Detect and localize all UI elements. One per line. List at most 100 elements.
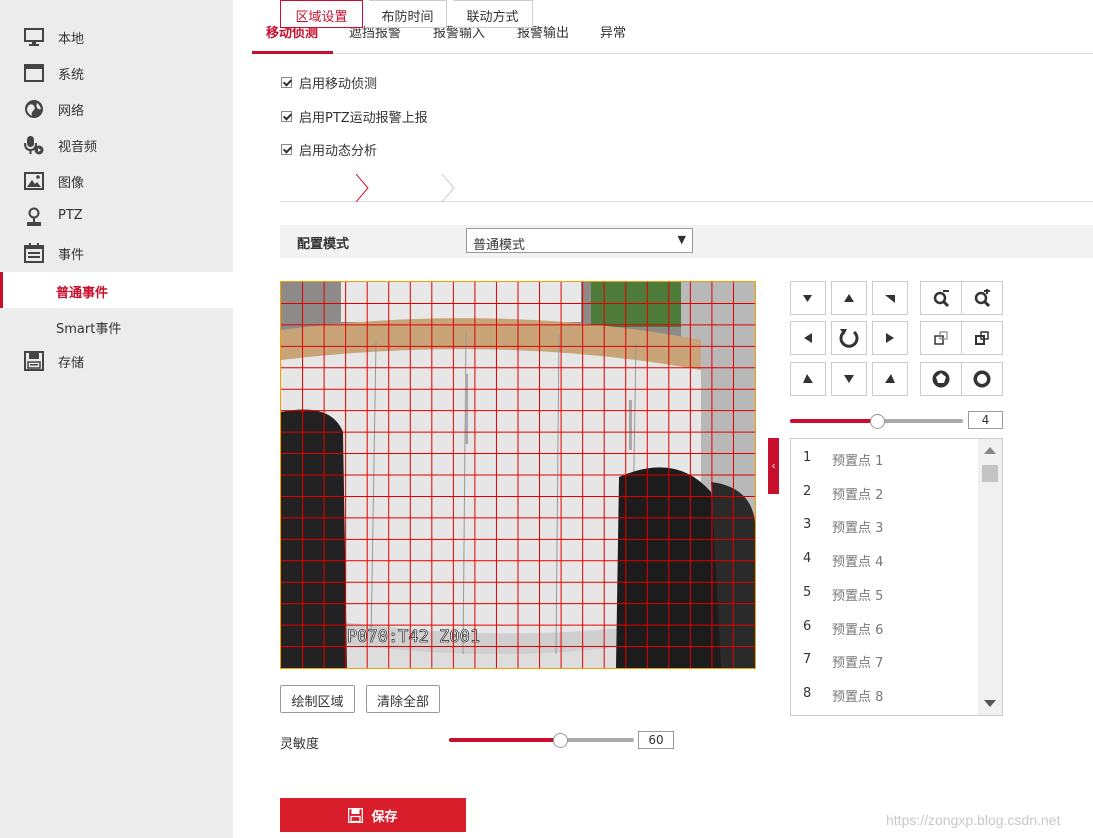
zoom-out-button[interactable] — [920, 281, 962, 315]
sidebar-item-label: 图像 — [58, 176, 85, 191]
ptz-icon — [27, 207, 41, 226]
iris-close-icon — [973, 370, 991, 388]
microphone-icon — [24, 136, 44, 155]
ptz-speed-value[interactable]: 4 — [968, 411, 1003, 429]
save-button[interactable]: 保存 — [280, 798, 466, 832]
config-mode-value: 普通模式 — [473, 238, 526, 253]
sensitivity-slider[interactable] — [449, 733, 634, 748]
subtab-arming-schedule[interactable]: 布防时间 — [369, 0, 447, 28]
sensitivity-value[interactable]: 60 — [638, 731, 674, 749]
ptz-up-left-button[interactable] — [790, 281, 826, 315]
sidebar-item-label: 网络 — [58, 104, 85, 119]
preset-number: 8 — [803, 685, 812, 701]
zoom-in-icon — [974, 289, 991, 307]
ptz-up-right-button[interactable] — [872, 281, 908, 315]
ptz-left-button[interactable] — [790, 321, 826, 355]
arrow-right-icon — [886, 333, 894, 343]
preset-item[interactable]: 1 预置点 1 — [791, 440, 977, 473]
preset-label: 预置点 6 — [832, 622, 884, 638]
sidebar-subitem-normal-event[interactable]: 普通事件 — [0, 272, 233, 308]
iris-open-button[interactable] — [920, 362, 962, 396]
ptz-up-button[interactable] — [831, 281, 867, 315]
preset-item[interactable]: 4 预置点 4 — [791, 541, 977, 574]
subtab-area-settings[interactable]: 区域设置 — [280, 0, 363, 28]
preset-number: 2 — [803, 483, 812, 499]
preset-item[interactable]: 3 预置点 3 — [791, 507, 977, 540]
checkbox-label: 启用动态分析 — [299, 143, 378, 159]
focus-far-button[interactable] — [961, 321, 1003, 355]
save-disk-icon — [348, 807, 364, 823]
preset-item[interactable]: 8 预置点 8 — [791, 676, 977, 709]
preset-item[interactable]: 5 预置点 5 — [791, 575, 977, 608]
sidebar-item-local[interactable]: 本地 — [0, 19, 233, 55]
video-preview[interactable]: P070:T42 Z001 — [280, 281, 756, 669]
checkbox-checked-icon — [281, 143, 292, 155]
config-mode-row: 配置模式 普通模式 ▼ — [280, 225, 1093, 258]
sidebar-item-image[interactable]: 图像 — [0, 163, 233, 199]
config-mode-label: 配置模式 — [297, 237, 350, 252]
rotate-icon — [839, 329, 859, 348]
preset-number: 1 — [803, 450, 812, 465]
checkbox-label: 启用PTZ运动报警上报 — [299, 110, 428, 126]
slider-thumb[interactable] — [869, 414, 885, 429]
preset-label: 预置点 1 — [832, 454, 884, 469]
preset-item[interactable]: 6 预置点 6 — [791, 609, 977, 642]
arrow-up-left-icon — [803, 295, 812, 302]
sidebar-item-network[interactable]: 网络 — [0, 91, 233, 127]
focus-far-icon — [975, 331, 989, 345]
sidebar-item-system[interactable]: 系统 — [0, 55, 233, 91]
slider-thumb[interactable] — [553, 733, 568, 748]
preset-number: 6 — [803, 618, 812, 634]
config-mode-select[interactable]: 普通模式 ▼ — [466, 228, 693, 253]
subtab-arrow-icon — [356, 174, 369, 202]
sidebar-item-label: 系统 — [58, 68, 85, 83]
subtab-arrow-icon — [442, 174, 455, 202]
preset-item[interactable]: 7 预置点 7 — [791, 642, 977, 675]
sidebar-item-storage[interactable]: 存储 — [0, 343, 233, 379]
ptz-down-right-button[interactable] — [872, 362, 908, 396]
window-icon — [24, 64, 44, 82]
zoom-in-button[interactable] — [961, 281, 1003, 315]
enable-ptz-alarm-report-checkbox[interactable]: 启用PTZ运动报警上报 — [281, 107, 428, 126]
clear-all-button[interactable]: 清除全部 — [366, 685, 440, 713]
ptz-down-button[interactable] — [831, 362, 867, 396]
preset-label: 预置点 5 — [832, 588, 884, 604]
detection-grid — [281, 282, 755, 668]
iris-close-button[interactable] — [961, 362, 1003, 396]
preset-item[interactable]: 2 预置点 2 — [791, 474, 977, 507]
preset-label: 预置点 7 — [832, 656, 884, 672]
sidebar-subitem-smart-event[interactable]: Smart事件 — [0, 308, 233, 344]
sensitivity-label: 灵敏度 — [280, 737, 320, 752]
sidebar-item-label: 存储 — [58, 356, 85, 371]
save-disk-icon — [24, 351, 44, 371]
subtab-linkage-method[interactable]: 联动方式 — [453, 0, 533, 28]
monitor-icon — [24, 28, 44, 46]
active-tab-indicator — [252, 51, 333, 54]
ptz-down-left-button[interactable] — [790, 362, 826, 396]
calendar-icon — [24, 243, 44, 263]
ptz-auto-button[interactable] — [831, 321, 867, 355]
subtabs-divider — [280, 201, 1093, 202]
sidebar-item-ptz[interactable]: PTZ — [0, 199, 233, 235]
sidebar-item-label: 本地 — [58, 32, 85, 47]
collapse-panel-button[interactable]: ‹ — [768, 438, 779, 494]
tab-exception[interactable]: 异常 — [600, 22, 626, 41]
scroll-down-icon[interactable] — [984, 700, 996, 707]
scrollbar-thumb[interactable] — [982, 465, 998, 482]
scroll-up-icon[interactable] — [984, 447, 996, 454]
ptz-right-button[interactable] — [872, 321, 908, 355]
draw-area-button[interactable]: 绘制区域 — [280, 685, 355, 713]
sidebar-item-event[interactable]: 事件 — [0, 235, 233, 271]
ptz-speed-slider[interactable] — [790, 414, 963, 429]
sidebar-item-video-audio[interactable]: 视音频 — [0, 127, 233, 163]
preset-scrollbar[interactable] — [978, 439, 1002, 715]
enable-motion-detection-checkbox[interactable]: 启用移动侦测 — [281, 73, 377, 92]
preset-label: 预置点 2 — [832, 487, 884, 503]
enable-dynamic-analysis-checkbox[interactable]: 启用动态分析 — [281, 140, 378, 159]
preset-number: 4 — [803, 551, 812, 567]
preset-number: 7 — [803, 652, 812, 668]
focus-near-button[interactable] — [920, 321, 962, 355]
arrow-up-right-icon — [885, 295, 895, 303]
sidebar-item-label: PTZ — [58, 208, 83, 223]
arrow-down-left-icon — [803, 374, 813, 383]
